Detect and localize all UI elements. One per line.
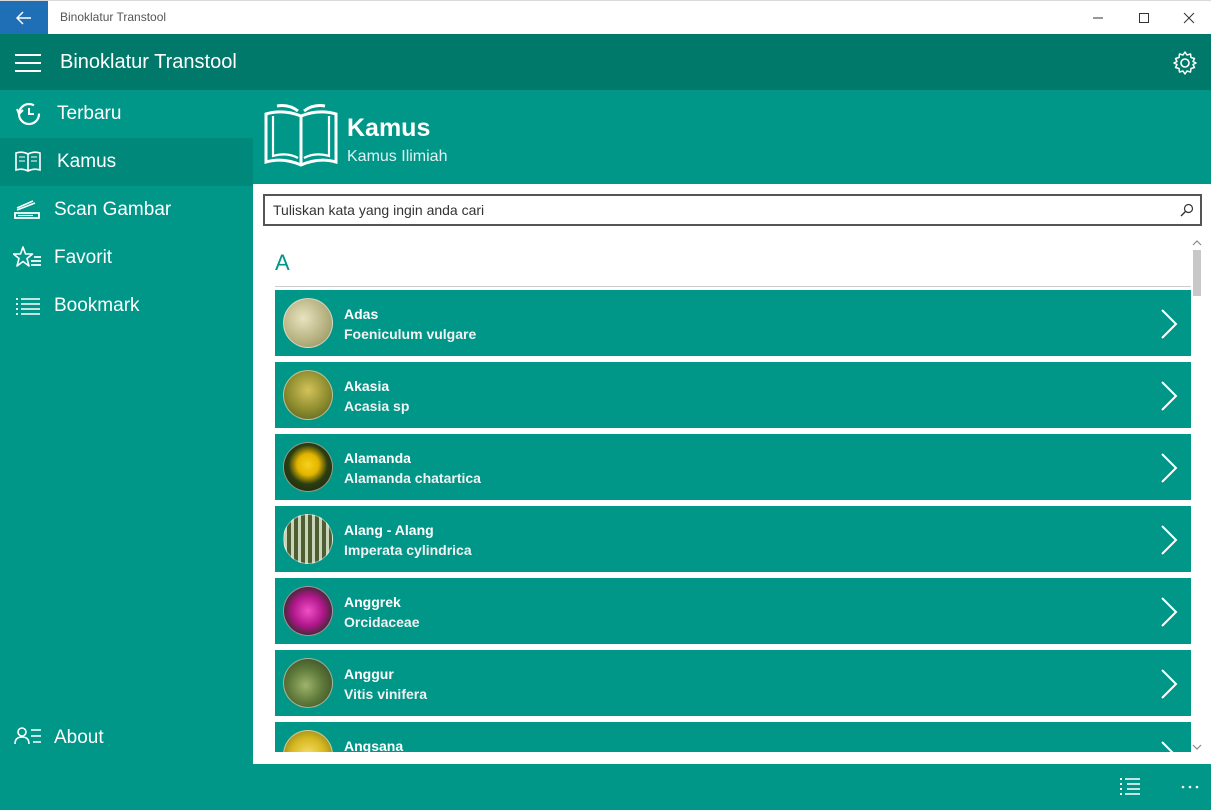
- entry-name: Anggrek: [344, 594, 401, 610]
- chevron-right-icon: [1161, 453, 1178, 483]
- sidebar-item-scan-gambar[interactable]: Scan Gambar: [0, 186, 253, 234]
- sidebar-item-kamus[interactable]: Kamus: [0, 138, 253, 186]
- entry-name: Alang - Alang: [344, 522, 434, 538]
- more-options-icon[interactable]: [1178, 775, 1202, 799]
- page-header: Kamus Kamus Ilimiah: [253, 90, 1211, 184]
- entry-thumbnail: [283, 442, 333, 492]
- history-icon: [16, 102, 41, 126]
- scroll-up-icon[interactable]: [1190, 238, 1204, 248]
- list-item[interactable]: Adas Foeniculum vulgare: [275, 290, 1191, 356]
- bottom-app-bar: [0, 764, 1211, 810]
- arrow-left-icon: [16, 11, 31, 25]
- list-item[interactable]: Anggur Vitis vinifera: [275, 650, 1191, 716]
- section-divider: [275, 286, 1191, 287]
- minimize-button[interactable]: [1077, 1, 1119, 35]
- entry-latin-name: Vitis vinifera: [344, 686, 428, 702]
- sidebar-item-label: About: [54, 727, 104, 748]
- entry-thumbnail: [283, 586, 333, 636]
- window-title: Binoklatur Transtool: [60, 10, 167, 24]
- sidebar-item-about[interactable]: About: [0, 714, 253, 762]
- hamburger-menu-icon[interactable]: [15, 54, 41, 72]
- scrollbar-thumb[interactable]: [1193, 250, 1201, 296]
- sidebar-item-terbaru[interactable]: Terbaru: [0, 90, 253, 138]
- chevron-right-icon: [1161, 525, 1178, 555]
- list-item[interactable]: Anggrek Orcidaceae: [275, 578, 1191, 644]
- window-titlebar: Binoklatur Transtool: [0, 0, 1211, 35]
- search-box: [263, 194, 1202, 226]
- list-item[interactable]: Alamanda Alamanda chatartica: [275, 434, 1191, 500]
- list-item[interactable]: Akasia Acasia sp: [275, 362, 1191, 428]
- app-title: Binoklatur Transtool: [60, 51, 237, 73]
- book-icon: [15, 151, 41, 172]
- entry-thumbnail: [283, 298, 333, 348]
- entry-latin-name: Imperata cylindrica: [344, 542, 472, 558]
- scan-icon: [14, 200, 40, 219]
- entry-name: Alamanda: [344, 450, 411, 466]
- entry-name: Adas: [344, 306, 379, 322]
- search-input[interactable]: [273, 200, 1163, 220]
- chevron-right-icon: [1161, 309, 1178, 339]
- sidebar-item-label: Bookmark: [54, 295, 140, 316]
- sidebar-item-favorit[interactable]: Favorit: [0, 234, 253, 282]
- entry-name: Angsana: [344, 738, 404, 752]
- entry-latin-name: Foeniculum vulgare: [344, 326, 477, 342]
- list-view-icon[interactable]: [1118, 775, 1142, 799]
- minimize-icon: [1093, 17, 1103, 19]
- open-book-icon: [264, 104, 338, 167]
- gear-icon[interactable]: [1172, 50, 1198, 76]
- sidebar-item-label: Kamus: [57, 151, 117, 172]
- entry-latin-name: Acasia sp: [344, 398, 410, 414]
- list-item[interactable]: Alang - Alang Imperata cylindrica: [275, 506, 1191, 572]
- bookmark-list-icon: [16, 298, 40, 315]
- about-icon: [14, 727, 41, 745]
- sidebar: Terbaru Kamus Scan Gambar Favorit Bookma…: [0, 90, 253, 764]
- close-icon: [1183, 12, 1195, 24]
- entry-thumbnail: [283, 370, 333, 420]
- list-item[interactable]: Angsana: [275, 722, 1191, 752]
- page-title: Kamus: [347, 114, 431, 142]
- back-button[interactable]: [0, 1, 48, 35]
- sidebar-item-label: Favorit: [54, 247, 113, 268]
- entry-list: Adas Foeniculum vulgare Akasia Acasia sp…: [275, 290, 1191, 752]
- sidebar-item-label: Terbaru: [57, 103, 122, 124]
- sidebar-item-label: Scan Gambar: [54, 199, 172, 220]
- entry-name: Anggur: [344, 666, 394, 682]
- star-list-icon: [13, 246, 41, 267]
- chevron-right-icon: [1161, 381, 1178, 411]
- entry-thumbnail: [283, 730, 333, 752]
- entry-thumbnail: [283, 514, 333, 564]
- chevron-right-icon: [1161, 669, 1178, 699]
- list-scrollbar[interactable]: [1190, 236, 1204, 756]
- app-header: Binoklatur Transtool: [0, 34, 1211, 90]
- chevron-right-icon: [1161, 597, 1178, 627]
- entry-thumbnail: [283, 658, 333, 708]
- entry-name: Akasia: [344, 378, 390, 394]
- chevron-right-icon: [1161, 741, 1174, 752]
- scroll-down-icon[interactable]: [1190, 742, 1204, 752]
- sidebar-item-bookmark[interactable]: Bookmark: [0, 282, 253, 330]
- close-button[interactable]: [1168, 1, 1210, 35]
- entry-latin-name: Alamanda chatartica: [344, 470, 481, 486]
- search-icon[interactable]: [1180, 203, 1194, 217]
- dictionary-panel: A Adas Foeniculum vulgare Akasia Acasia …: [253, 184, 1211, 764]
- maximize-button[interactable]: [1123, 1, 1165, 35]
- maximize-icon: [1139, 13, 1149, 23]
- page-subtitle: Kamus Ilimiah: [347, 148, 448, 165]
- entry-latin-name: Orcidaceae: [344, 614, 420, 630]
- section-letter[interactable]: A: [275, 250, 290, 276]
